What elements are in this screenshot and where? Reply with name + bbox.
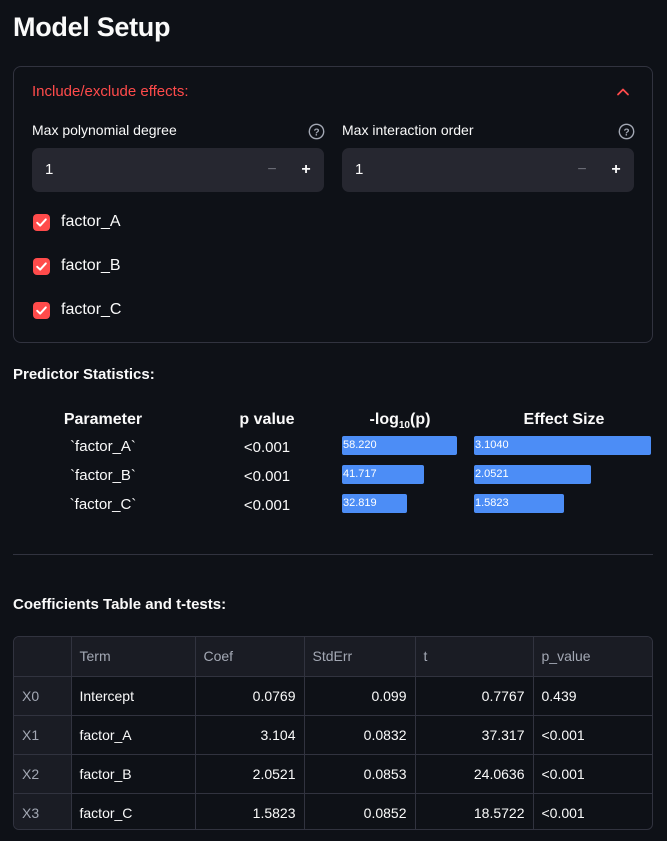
- factor-c-label: factor_C: [61, 301, 122, 318]
- stats-param-cell: `factor_B`: [70, 467, 136, 484]
- table-row[interactable]: X1 factor_A 3.104 0.0832 37.317 <0.001: [14, 715, 652, 755]
- effect-size-bar-label: 1.5823: [475, 497, 509, 509]
- stats-param-cell: `factor_A`: [70, 438, 136, 455]
- poly-degree-input[interactable]: 1 − +: [32, 148, 324, 192]
- p-value-cell[interactable]: <0.001: [533, 793, 652, 829]
- poly-degree-label: Max polynomial degree: [32, 122, 177, 138]
- term-cell[interactable]: factor_C: [71, 793, 196, 829]
- help-icon[interactable]: ?: [618, 123, 635, 140]
- stderr-cell[interactable]: 0.0852: [304, 793, 416, 829]
- poly-degree-value: 1: [45, 161, 54, 178]
- coef-cell[interactable]: 1.5823: [195, 793, 305, 829]
- t-cell[interactable]: 37.317: [415, 715, 534, 755]
- row-index-cell[interactable]: X0: [14, 676, 72, 716]
- term-cell[interactable]: factor_B: [71, 754, 196, 794]
- expander-header[interactable]: Include/exclude effects:: [32, 83, 634, 103]
- p-value-cell[interactable]: <0.001: [533, 754, 652, 794]
- stats-param-cell: `factor_C`: [69, 496, 137, 513]
- stats-header-effect-size: Effect Size: [523, 411, 605, 428]
- stats-p-value-cell: <0.001: [243, 497, 291, 514]
- neglog-bar: 41.717: [342, 465, 424, 484]
- row-index-cell[interactable]: X3: [14, 793, 72, 829]
- neglog-bar: 32.819: [342, 494, 407, 513]
- factor-b-label: factor_B: [61, 257, 121, 274]
- effect-size-bar: 1.5823: [474, 494, 564, 513]
- effect-size-bar-label: 2.0521: [475, 468, 509, 480]
- factor-a-label: factor_A: [61, 213, 121, 230]
- stats-p-value-cell: <0.001: [243, 468, 291, 485]
- page-title: Model Setup: [13, 12, 171, 42]
- coef-table-title: Coefficients Table and t-tests:: [13, 596, 227, 613]
- checkbox-checked-icon[interactable]: [33, 302, 50, 319]
- row-index-cell[interactable]: X2: [14, 754, 72, 794]
- column-header-t[interactable]: t: [415, 637, 534, 677]
- effect-size-bar: 3.1040: [474, 436, 651, 455]
- chevron-up-icon[interactable]: [616, 85, 630, 99]
- column-header-term[interactable]: Term: [71, 637, 196, 677]
- poly-degree-decrement-button[interactable]: −: [260, 158, 284, 182]
- stats-header-parameter: Parameter: [63, 411, 143, 428]
- svg-text:?: ?: [313, 127, 319, 138]
- column-header-index[interactable]: [14, 637, 72, 677]
- row-index-cell[interactable]: X1: [14, 715, 72, 755]
- coef-dataframe[interactable]: Term Coef StdErr t p_value X0 Intercept 0.…: [13, 636, 653, 830]
- predictor-stats-title: Predictor Statistics:: [13, 366, 155, 383]
- svg-text:?: ?: [623, 127, 629, 138]
- term-cell[interactable]: factor_A: [71, 715, 196, 755]
- term-cell[interactable]: Intercept: [71, 676, 196, 716]
- p-value-cell[interactable]: <0.001: [533, 715, 652, 755]
- page: Model Setup Include/exclude effects: Max…: [0, 0, 667, 841]
- table-row[interactable]: X3 factor_C 1.5823 0.0852 18.5722 <0.001: [14, 793, 652, 829]
- column-header-p-value[interactable]: p_value: [533, 637, 652, 677]
- stderr-cell[interactable]: 0.099: [304, 676, 416, 716]
- effects-expander: Include/exclude effects: Max polynomial …: [13, 66, 653, 343]
- coef-cell[interactable]: 2.0521: [195, 754, 305, 794]
- coef-cell[interactable]: 3.104: [195, 715, 305, 755]
- help-icon[interactable]: ?: [308, 123, 325, 140]
- t-cell[interactable]: 18.5722: [415, 793, 534, 829]
- table-header-row: Term Coef StdErr t p_value: [14, 637, 652, 677]
- interaction-order-label: Max interaction order: [342, 122, 474, 138]
- interaction-order-increment-button[interactable]: +: [604, 158, 628, 182]
- interaction-order-decrement-button[interactable]: −: [570, 158, 594, 182]
- effect-size-bar: 2.0521: [474, 465, 591, 484]
- checkbox-checked-icon[interactable]: [33, 258, 50, 275]
- coef-cell[interactable]: 0.0769: [195, 676, 305, 716]
- t-cell[interactable]: 24.0636: [415, 754, 534, 794]
- interaction-order-value: 1: [355, 161, 364, 178]
- neglog-bar-label: 58.220: [343, 439, 377, 451]
- divider: [13, 554, 653, 555]
- interaction-order-input[interactable]: 1 − +: [342, 148, 634, 192]
- neglog-bar: 58.220: [342, 436, 457, 455]
- column-header-stderr[interactable]: StdErr: [304, 637, 416, 677]
- checkbox-checked-icon[interactable]: [33, 214, 50, 231]
- effect-size-bar-label: 3.1040: [475, 439, 509, 451]
- neglog-bar-label: 41.717: [343, 468, 377, 480]
- stderr-cell[interactable]: 0.0832: [304, 715, 416, 755]
- stats-header-p-value: p value: [239, 411, 295, 428]
- t-cell[interactable]: 0.7767: [415, 676, 534, 716]
- stderr-cell[interactable]: 0.0853: [304, 754, 416, 794]
- column-header-coef[interactable]: Coef: [195, 637, 305, 677]
- p-value-cell[interactable]: 0.439: [533, 676, 652, 716]
- stats-header-neglog: -log10(p): [369, 411, 431, 432]
- poly-degree-increment-button[interactable]: +: [294, 158, 318, 182]
- table-row[interactable]: X2 factor_B 2.0521 0.0853 24.0636 <0.001: [14, 754, 652, 794]
- expander-title: Include/exclude effects:: [32, 83, 189, 100]
- neglog-bar-label: 32.819: [343, 497, 377, 509]
- table-row[interactable]: X0 Intercept 0.0769 0.099 0.7767 0.439: [14, 676, 652, 716]
- stats-p-value-cell: <0.001: [243, 439, 291, 456]
